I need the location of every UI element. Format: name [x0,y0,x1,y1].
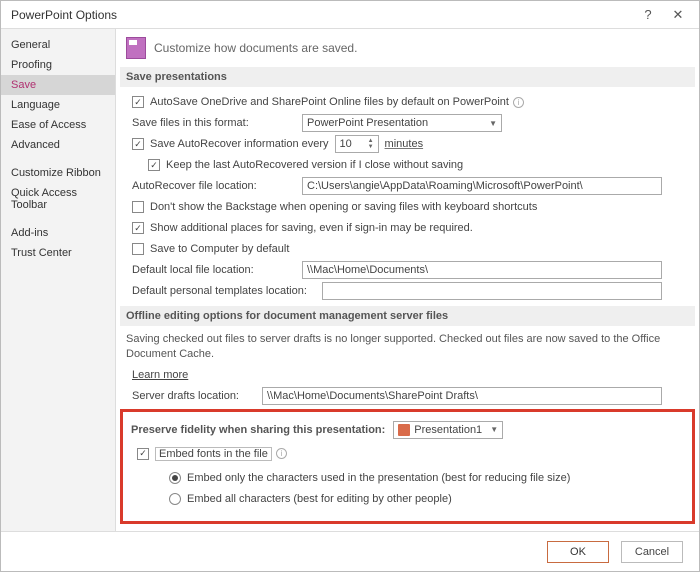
label-save-to-computer: Save to Computer by default [150,243,289,255]
label-local-location: Default local file location: [132,264,302,276]
label-autorecover: Save AutoRecover information every [150,138,329,150]
spinner-autorecover-minutes[interactable]: 10 ▲▼ [335,135,379,153]
sidebar-item-save[interactable]: Save [1,75,115,95]
info-icon[interactable]: i [276,448,287,459]
sidebar-item-ease-of-access[interactable]: Ease of Access [1,115,115,135]
spinner-down-icon[interactable]: ▼ [366,144,376,150]
section-save-presentations: Save presentations [120,67,695,87]
checkbox-embed-fonts[interactable] [137,448,149,460]
sidebar-item-trust-center[interactable]: Trust Center [1,243,115,263]
select-presentation-value: Presentation1 [414,424,482,436]
checkbox-additional-places[interactable] [132,222,144,234]
checkbox-autorecover[interactable] [132,138,144,150]
chevron-down-icon: ▼ [490,425,498,434]
radio-embed-all[interactable] [169,493,181,505]
radio-embed-only-used[interactable] [169,472,181,484]
select-save-format[interactable]: PowerPoint Presentation ▼ [302,114,502,132]
checkbox-keep-last[interactable] [148,159,160,171]
window-title: PowerPoint Options [11,8,633,22]
select-presentation[interactable]: Presentation1 ▼ [393,421,503,439]
label-ar-location: AutoRecover file location: [132,180,302,192]
ok-button[interactable]: OK [547,541,609,563]
input-ar-location[interactable]: C:\Users\angie\AppData\Roaming\Microsoft… [302,177,662,195]
section-offline-editing: Offline editing options for document man… [120,306,695,326]
label-keep-last: Keep the last AutoRecovered version if I… [166,159,463,171]
label-autosave: AutoSave OneDrive and SharePoint Online … [150,96,509,108]
sidebar-item-proofing[interactable]: Proofing [1,55,115,75]
spinner-value: 10 [340,138,352,150]
chevron-down-icon: ▼ [489,119,497,128]
offline-description: Saving checked out files to server draft… [126,332,689,362]
label-templates-location: Default personal templates location: [132,285,322,297]
sidebar-item-customize-ribbon[interactable]: Customize Ribbon [1,163,115,183]
presentation-icon [398,424,410,436]
label-backstage: Don't show the Backstage when opening or… [150,201,537,213]
content-pane: Customize how documents are saved. Save … [116,29,699,531]
save-icon [126,37,146,59]
sidebar-item-advanced[interactable]: Advanced [1,135,115,155]
sidebar-item-general[interactable]: General [1,35,115,55]
highlighted-preserve-fidelity: Preserve fidelity when sharing this pres… [120,409,695,524]
sidebar-item-add-ins[interactable]: Add-ins [1,223,115,243]
checkbox-save-to-computer[interactable] [132,243,144,255]
label-embed-fonts: Embed fonts in the file [155,447,272,461]
titlebar: PowerPoint Options ? ✕ [1,1,699,29]
sidebar: General Proofing Save Language Ease of A… [1,29,116,531]
label-additional-places: Show additional places for saving, even … [150,222,473,234]
checkbox-backstage[interactable] [132,201,144,213]
input-server-drafts[interactable]: \\Mac\Home\Documents\SharePoint Drafts\ [262,387,662,405]
label-server-drafts: Server drafts location: [132,390,262,402]
select-save-format-value: PowerPoint Presentation [307,117,428,129]
info-icon[interactable]: i [513,97,524,108]
label-minutes: minutes [385,138,424,150]
section-preserve-fidelity: Preserve fidelity when sharing this pres… [131,424,385,436]
input-local-location[interactable]: \\Mac\Home\Documents\ [302,261,662,279]
checkbox-autosave[interactable] [132,96,144,108]
footer: OK Cancel [1,531,699,571]
sidebar-item-language[interactable]: Language [1,95,115,115]
cancel-button[interactable]: Cancel [621,541,683,563]
input-templates-location[interactable] [322,282,662,300]
learn-more-link[interactable]: Learn more [132,369,188,381]
page-header: Customize how documents are saved. [154,41,357,55]
label-save-format: Save files in this format: [132,117,302,129]
label-embed-all: Embed all characters (best for editing b… [187,493,452,505]
label-embed-only-used: Embed only the characters used in the pr… [187,472,570,484]
sidebar-item-quick-access-toolbar[interactable]: Quick Access Toolbar [1,183,115,215]
help-button[interactable]: ? [633,7,663,22]
close-button[interactable]: ✕ [663,7,693,23]
